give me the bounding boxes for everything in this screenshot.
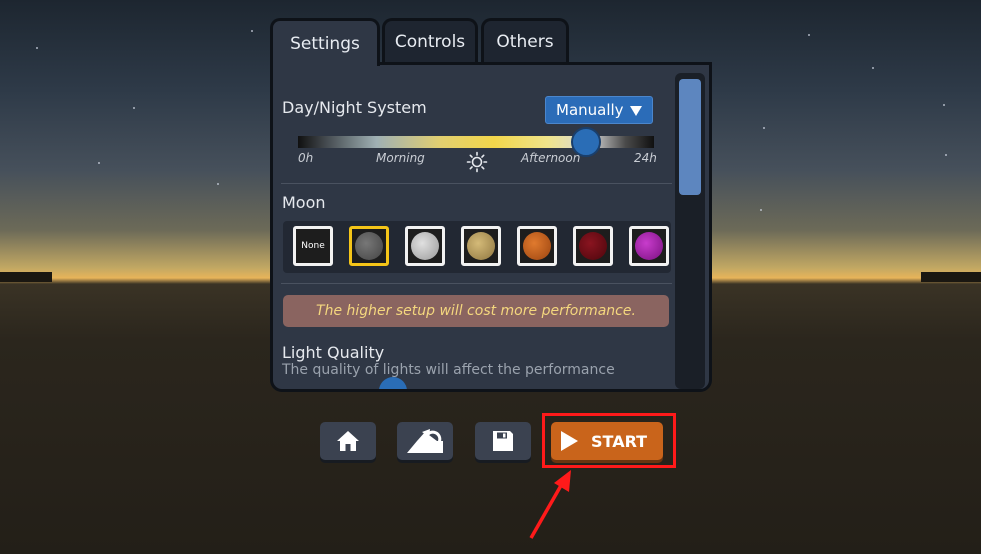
tab-settings[interactable]: Settings (270, 18, 380, 66)
moon-option-gray[interactable] (349, 226, 389, 266)
tick-label-0h: 0h (298, 151, 314, 165)
moon-option-red[interactable] (573, 226, 613, 266)
moon-orb-icon (355, 232, 383, 260)
save-button[interactable] (475, 422, 531, 460)
horizon-right (921, 272, 981, 282)
tick-label-morning: Morning (376, 151, 425, 165)
performance-warning: The higher setup will cost more performa… (283, 295, 669, 327)
moon-orb-icon (467, 232, 495, 260)
scrollbar-thumb[interactable] (679, 79, 701, 195)
light-quality-slider-handle[interactable] (379, 377, 407, 389)
dropdown-value: Manually (556, 101, 624, 119)
save-icon (493, 431, 513, 451)
moon-option-label: None (301, 241, 325, 251)
tab-others[interactable]: Others (481, 18, 569, 62)
start-highlight-box (542, 413, 676, 468)
home-button[interactable] (320, 422, 376, 460)
section-divider (281, 183, 672, 184)
moon-orb-icon (579, 232, 607, 260)
moon-orb-icon (523, 232, 551, 260)
moon-label: Moon (282, 193, 326, 212)
moon-option-none[interactable]: None (293, 226, 333, 266)
light-quality-label: Light Quality (282, 343, 385, 362)
moon-option-purple[interactable] (629, 226, 669, 266)
reset-button[interactable] (397, 422, 453, 460)
arrow-pointer-icon (529, 470, 571, 539)
chevron-down-icon (630, 106, 642, 116)
moon-options: None (283, 221, 671, 273)
day-night-label: Day/Night System (282, 98, 427, 117)
day-night-mode-dropdown[interactable]: Manually (545, 96, 653, 124)
tick-label-afternoon: Afternoon (521, 151, 581, 165)
tick-label-24h: 24h (634, 151, 657, 165)
horizon-left (0, 272, 52, 282)
scrollbar[interactable] (675, 73, 705, 389)
settings-panel: Day/Night System Manually 0h Morning Aft… (270, 62, 712, 392)
moon-option-orange[interactable] (517, 226, 557, 266)
sun-icon (466, 151, 488, 173)
reset-icon (407, 429, 443, 453)
moon-option-tan[interactable] (461, 226, 501, 266)
tab-controls[interactable]: Controls (382, 18, 478, 62)
moon-orb-icon (411, 232, 439, 260)
moon-orb-icon (635, 232, 663, 260)
light-quality-description: The quality of lights will affect the pe… (282, 362, 615, 378)
section-divider (281, 283, 672, 284)
moon-option-white[interactable] (405, 226, 445, 266)
home-icon (337, 431, 359, 451)
